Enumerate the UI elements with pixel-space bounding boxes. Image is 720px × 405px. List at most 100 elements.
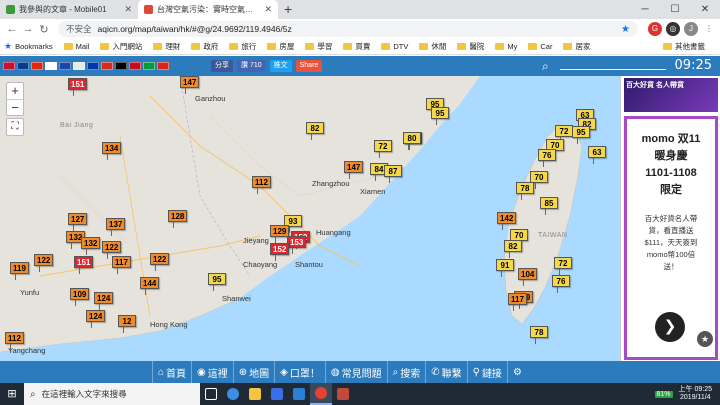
- aqi-marker[interactable]: 134: [102, 142, 122, 160]
- nav-item[interactable]: ✆ 聯繫: [425, 361, 466, 383]
- nav-item[interactable]: ⚲ 鏈接: [466, 361, 507, 383]
- bookmark-folder[interactable]: DTV: [381, 42, 408, 51]
- aqi-marker[interactable]: 87: [384, 165, 402, 183]
- facebook-share-button[interactable]: 分享: [211, 60, 233, 72]
- aqi-marker[interactable]: 122: [34, 254, 54, 272]
- taskbar-search-field[interactable]: ⌕ 在這裡輸入文字來搜尋: [24, 383, 200, 405]
- aqi-marker[interactable]: 128: [168, 210, 188, 228]
- bookmark-folder[interactable]: 旅行: [229, 41, 256, 52]
- aqi-marker[interactable]: 95: [572, 126, 590, 144]
- flag-icon[interactable]: [157, 62, 169, 70]
- flag-icon[interactable]: [129, 62, 141, 70]
- ad-favorite-icon[interactable]: ★: [697, 331, 713, 347]
- back-icon[interactable]: ←: [4, 23, 20, 35]
- aqi-marker[interactable]: 12: [118, 315, 136, 333]
- nav-item[interactable]: ◈ 口罩！: [274, 361, 325, 383]
- aqi-marker[interactable]: 91: [496, 259, 514, 277]
- aqi-marker[interactable]: 95: [431, 107, 449, 125]
- bookmark-folder[interactable]: 居家: [563, 41, 590, 52]
- nav-item[interactable]: ⊕ 地圖: [232, 361, 274, 383]
- flag-icon[interactable]: [115, 62, 127, 70]
- menu-icon[interactable]: ⋮: [702, 22, 716, 36]
- aqi-marker[interactable]: 122: [150, 253, 170, 271]
- store-icon[interactable]: [266, 383, 288, 405]
- aqi-marker[interactable]: 132: [81, 237, 101, 255]
- flag-icon[interactable]: [87, 62, 99, 70]
- aqi-marker[interactable]: 72: [374, 140, 392, 158]
- ad-panel[interactable]: 百大好貨 名人帶貨 momo 双11 暖身慶 1101-1108 限定 百大好貨…: [620, 76, 720, 361]
- aqi-marker[interactable]: 104: [518, 268, 538, 286]
- flag-icon[interactable]: [59, 62, 71, 70]
- aqi-marker[interactable]: 119: [10, 262, 29, 280]
- security-indicator[interactable]: 不安全: [66, 23, 92, 35]
- profile-icon[interactable]: J: [684, 22, 698, 36]
- aqi-marker[interactable]: 151: [74, 256, 94, 274]
- app-icon[interactable]: [332, 383, 354, 405]
- bookmark-folder[interactable]: 學習: [305, 41, 332, 52]
- zoom-out-button[interactable]: −: [7, 99, 23, 115]
- bookmark-apps[interactable]: ★ Bookmarks: [4, 41, 53, 52]
- nav-item[interactable]: ◉ 這裡: [191, 361, 233, 383]
- nav-item[interactable]: ⚙: [506, 361, 529, 383]
- aqi-marker[interactable]: 144: [140, 277, 160, 295]
- nav-item[interactable]: ◍ 常見問題: [324, 361, 387, 383]
- aqi-marker[interactable]: 124: [86, 310, 106, 328]
- aqi-marker[interactable]: 112: [5, 332, 24, 350]
- close-tab-icon[interactable]: ✕: [264, 4, 272, 15]
- bookmark-folder[interactable]: My: [495, 42, 517, 51]
- bookmark-folder[interactable]: 房屋: [267, 41, 294, 52]
- close-window-icon[interactable]: ✕: [690, 0, 720, 19]
- mail-icon[interactable]: [288, 383, 310, 405]
- flag-icon[interactable]: [73, 62, 85, 70]
- aqi-marker[interactable]: 137: [106, 218, 126, 236]
- bookmark-folder[interactable]: 醫院: [457, 41, 484, 52]
- bookmark-star-icon[interactable]: ★: [621, 24, 630, 35]
- maximize-icon[interactable]: ☐: [660, 0, 690, 19]
- aqi-marker[interactable]: 142: [497, 212, 517, 230]
- windows-start-icon[interactable]: ⊞: [0, 383, 24, 405]
- aqi-map[interactable]: + − ⛶ Ganzhou Zhangzhou Xiamen Huangang …: [0, 76, 620, 361]
- aqi-marker[interactable]: 80: [403, 132, 421, 150]
- zoom-in-button[interactable]: +: [7, 83, 23, 99]
- edge-icon[interactable]: [222, 383, 244, 405]
- aqi-marker[interactable]: 63: [588, 146, 606, 164]
- tweet-button[interactable]: 推文: [269, 60, 292, 72]
- aqi-marker[interactable]: 153: [287, 236, 307, 254]
- ad-banner[interactable]: 百大好貨 名人帶貨: [624, 78, 718, 112]
- like-button[interactable]: 讚 710: [237, 60, 266, 72]
- ad-frame[interactable]: momo 双11 暖身慶 1101-1108 限定 百大好貨名人帶 貨，看直播送…: [624, 116, 718, 360]
- aqi-marker[interactable]: 95: [208, 273, 226, 291]
- system-clock[interactable]: 上午 09:25 2019/11/4: [679, 386, 712, 402]
- chrome-icon[interactable]: [310, 383, 332, 405]
- fullscreen-icon[interactable]: ⛶: [6, 118, 24, 136]
- aqi-marker[interactable]: 147: [180, 76, 200, 94]
- aqi-marker[interactable]: 76: [552, 275, 570, 293]
- aqi-marker[interactable]: 76: [538, 149, 556, 167]
- bookmark-folder[interactable]: 入門網站: [100, 41, 142, 52]
- bookmark-other[interactable]: 其他書籤: [663, 41, 705, 52]
- minimize-icon[interactable]: ─: [630, 0, 660, 19]
- flag-icon[interactable]: [45, 62, 57, 70]
- file-explorer-icon[interactable]: [244, 383, 266, 405]
- aqi-marker[interactable]: 147: [344, 161, 364, 179]
- bookmark-folder[interactable]: 休閒: [419, 41, 446, 52]
- ad-next-button[interactable]: ❯: [655, 312, 685, 342]
- aqi-marker[interactable]: 151: [68, 78, 88, 96]
- aqi-marker[interactable]: 112: [252, 176, 271, 194]
- aqi-marker[interactable]: 124: [94, 292, 114, 310]
- bookmark-folder[interactable]: 理財: [153, 41, 180, 52]
- aqi-marker[interactable]: 82: [306, 122, 324, 140]
- bookmark-folder[interactable]: Car: [528, 42, 552, 51]
- aqi-marker[interactable]: 78: [516, 182, 534, 200]
- aqi-marker[interactable]: 85: [540, 197, 558, 215]
- aqi-marker[interactable]: 109: [70, 288, 90, 306]
- close-tab-icon[interactable]: ✕: [124, 4, 132, 15]
- aqi-marker[interactable]: 78: [530, 326, 548, 344]
- share-button[interactable]: Share: [295, 60, 323, 72]
- extension-icon[interactable]: ◎: [666, 22, 680, 36]
- flag-icon[interactable]: [3, 62, 15, 70]
- new-tab-button[interactable]: +: [284, 0, 292, 19]
- search-input[interactable]: [560, 69, 666, 70]
- nav-item[interactable]: ⌕ 搜索: [386, 361, 426, 383]
- bookmark-folder[interactable]: 政府: [191, 41, 218, 52]
